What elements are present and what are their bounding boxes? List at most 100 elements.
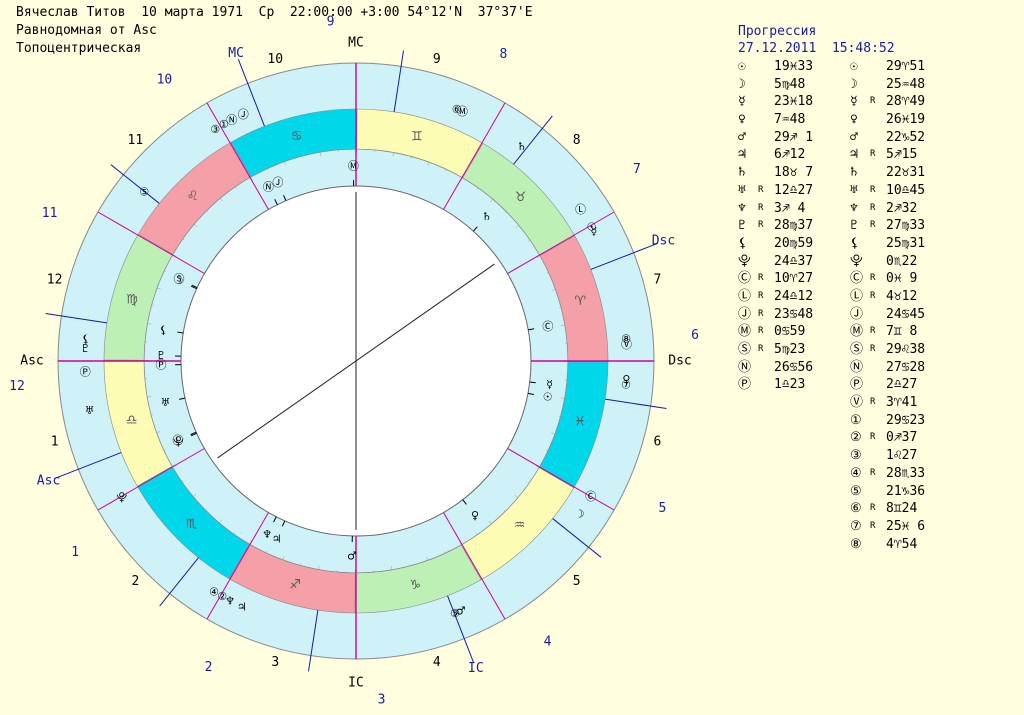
natal-planet-glyph: Ⓒ xyxy=(542,320,553,333)
house-number-label: 7 xyxy=(653,273,661,288)
planet-glyph: ☉ xyxy=(850,59,858,74)
planet-glyph: ♆ xyxy=(738,200,746,216)
table-row: Ⓢ R 5♍23 xyxy=(738,341,838,359)
progressed-planet-glyph: ☿ xyxy=(591,225,598,238)
natal-planet-glyph: ☉ xyxy=(543,391,553,404)
zodiac-sign-glyph: ♎ xyxy=(126,413,138,428)
planet-glyph: Ⓙ xyxy=(850,306,864,322)
progressed-planet-glyph: Ⓜ xyxy=(457,105,468,118)
zodiac-sign-glyph: ♋ xyxy=(291,129,303,144)
table-row: Ⓒ R 0♓ 9 xyxy=(850,270,950,288)
retrograde-flag: R xyxy=(870,397,876,408)
table-row: ♇ R 28♍37 xyxy=(738,217,838,235)
planet-position: 1♎23 xyxy=(774,377,806,393)
zodiac-sign-glyph: ♈ xyxy=(574,294,586,309)
table-row: ④ R 28♏33 xyxy=(850,465,950,483)
progressed-house-label: 4 xyxy=(544,634,552,649)
planet-glyph: ☉ xyxy=(738,59,746,74)
table-row: ⚸ 20♍59 xyxy=(738,235,838,253)
planet-glyph: ⑧ xyxy=(850,536,862,552)
progressed-planet-glyph: Ⓟ xyxy=(80,365,91,378)
retrograde-flag: R xyxy=(870,326,876,337)
planet-position: 26♋56 xyxy=(774,359,814,375)
retrograde-flag xyxy=(870,447,886,465)
natal-planet-glyph: ♄ xyxy=(482,210,492,223)
planet-position: 29♌38 xyxy=(886,342,926,357)
table-row: Ⓙ 24♋45 xyxy=(850,306,950,324)
planet-position: 28♏33 xyxy=(886,465,926,481)
retrograde-flag xyxy=(758,253,774,271)
table-row: ♄ 22♉31 xyxy=(850,164,950,182)
retrograde-flag xyxy=(870,536,886,554)
natal-planet-glyph: ⚸ xyxy=(159,323,167,336)
planet-glyph: ♃ xyxy=(738,147,746,163)
planet-position: 18♉ 7 xyxy=(774,165,814,181)
progressed-planet-glyph: ♆ xyxy=(225,594,235,607)
table-row: ☉ 19♓33 xyxy=(738,58,838,76)
house-number-label: 5 xyxy=(573,574,581,589)
house-number-label: 1 xyxy=(51,434,59,449)
progressed-planet-glyph: Ⓙ xyxy=(238,108,249,121)
progressed-house-label: 11 xyxy=(42,206,58,221)
progressed-planet-glyph: ♂ xyxy=(456,605,466,618)
planet-position: 28♍37 xyxy=(774,218,814,234)
planet-glyph: ♂ xyxy=(738,129,746,145)
planet-position: 24♎12 xyxy=(774,288,814,304)
retrograde-flag xyxy=(870,235,886,253)
zodiac-sign-glyph: ♒ xyxy=(514,518,526,533)
dsc-label: Dsc xyxy=(668,354,691,369)
retrograde-flag: R xyxy=(870,290,876,301)
house-number-label: 3 xyxy=(271,655,279,670)
planet-position: 10♈27 xyxy=(774,271,814,287)
planet-glyph: Ⓒ xyxy=(850,271,864,287)
astro-wheel: ♈♉♊♋♌♍♎♏♐ ♑♒♓123 4567891011121234567891011… xyxy=(9,14,699,707)
retrograde-flag: R xyxy=(758,290,764,301)
house-number-label: 10 xyxy=(267,52,283,67)
progressed-planet-glyph: Ⓛ xyxy=(575,203,586,216)
progressed-positions-table: ☉ 29♈51 ☽ 25♒48 ☿ R 28♈49 ♀ 26♓19 ♂ 22♑52 ♃ R 5♐15 ♄ 22… xyxy=(850,58,950,553)
planet-position: 25♒48 xyxy=(886,76,926,92)
retrograde-flag: R xyxy=(758,344,764,354)
planet-glyph: ☿ xyxy=(850,94,858,110)
retrograde-flag: R xyxy=(870,273,876,284)
planet-glyph: Ⓢ xyxy=(738,342,752,357)
planet-glyph: Ⓙ xyxy=(738,306,752,322)
retrograde-flag xyxy=(758,376,774,394)
planet-glyph: Ⓟ xyxy=(738,377,752,393)
planet-position: 19♓33 xyxy=(774,59,814,74)
retrograde-flag: R xyxy=(758,220,764,231)
retrograde-flag xyxy=(758,164,774,182)
table-row: Ⓛ R 24♎12 xyxy=(738,288,838,306)
retrograde-flag: R xyxy=(758,326,764,337)
planet-position: 6♐12 xyxy=(774,147,806,163)
planet-position: 7♊ 8 xyxy=(886,324,918,340)
progressed-planet-glyph: Ⓝ xyxy=(226,114,237,127)
zodiac-sign-glyph: ♑ xyxy=(409,578,421,593)
planet-position: 25♍31 xyxy=(886,235,926,251)
natal-positions-table: ☉ 19♓33 ☽ 5♍48 ☿ 23♓18 ♀ 7♒48 ♂ 29♐ 1 ♃ 6♐12 ♄ 18♉ 7 ♅… xyxy=(738,58,838,394)
planet-glyph: Ⓢ xyxy=(850,342,864,357)
table-row: ♅ R 10♎45 xyxy=(850,182,950,200)
retrograde-flag: R xyxy=(870,202,876,213)
planet-position: 8♊24 xyxy=(886,501,918,517)
table-row: ☉ 29♈51 xyxy=(850,58,950,76)
retrograde-flag xyxy=(870,306,886,324)
progressed-house-label: 7 xyxy=(633,162,641,177)
retrograde-flag xyxy=(758,93,774,111)
table-row: ⑤ 21♑36 xyxy=(850,483,950,501)
planet-position: 12♎27 xyxy=(774,182,814,198)
table-row: Ⓒ R 10♈27 xyxy=(738,270,838,288)
planet-position: 21♑36 xyxy=(886,483,926,499)
retrograde-flag: R xyxy=(870,149,876,160)
table-row: ☽ 25♒48 xyxy=(850,76,950,94)
planet-glyph: Ⓛ xyxy=(850,288,864,304)
planet-glyph: Ⓒ xyxy=(738,271,752,287)
progressed-house-label: 6 xyxy=(691,328,699,343)
retrograde-flag xyxy=(758,111,774,129)
planet-glyph: ♅ xyxy=(850,182,858,198)
retrograde-flag xyxy=(870,376,886,394)
planet-position: 29♐ 1 xyxy=(774,129,814,145)
table-row: ☿ R 28♈49 xyxy=(850,93,950,111)
planet-position: 0♋59 xyxy=(774,324,806,340)
retrograde-flag: R xyxy=(870,220,876,231)
